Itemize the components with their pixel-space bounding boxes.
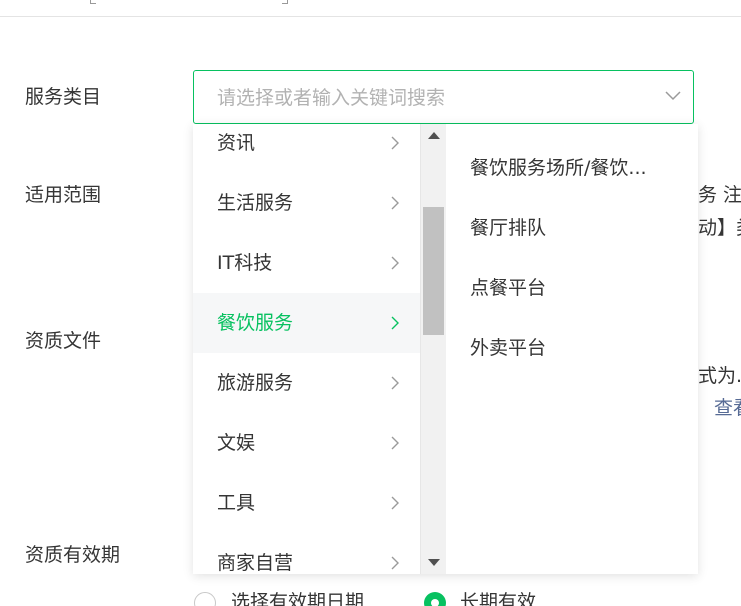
category-item-label: 餐饮服务 — [217, 312, 294, 334]
service-category-select[interactable]: 请选择或者输入关键词搜索 — [193, 70, 694, 124]
category-level2-list: 餐饮服务场所/餐饮... 餐厅排队 点餐平台 外卖平台 — [447, 124, 698, 574]
category-scrollbar[interactable] — [420, 124, 446, 574]
subcategory-item-catering-venue[interactable]: 餐饮服务场所/餐饮... — [447, 124, 698, 184]
input-edge-fragment — [90, 0, 96, 4]
subcategory-item-queue[interactable]: 餐厅排队 — [447, 184, 698, 244]
category-level1-list: 资讯 生活服务 IT科技 餐饮服务 旅游服务 文娱 工具 商家自营 — [193, 124, 420, 574]
chevron-right-icon — [391, 496, 399, 510]
subcategory-item-label: 餐饮服务场所/餐饮... — [470, 157, 647, 179]
chevron-right-icon — [391, 556, 399, 570]
category-item-label: IT科技 — [217, 252, 273, 274]
radio-long-term-label[interactable]: 长期有效 — [460, 590, 536, 606]
view-link[interactable]: 查看 — [714, 396, 741, 420]
category-item-merchant-owned[interactable]: 商家自营 — [193, 533, 420, 574]
category-item-label: 文娱 — [217, 432, 256, 454]
category-item-label: 商家自营 — [217, 552, 294, 574]
chevron-right-icon — [391, 256, 399, 270]
category-item-catering[interactable]: 餐饮服务 — [193, 293, 420, 353]
file-text-fragment: 式为. — [698, 365, 741, 387]
label-qualification-file: 资质文件 — [25, 330, 102, 352]
radio-pick-date[interactable] — [194, 592, 216, 606]
category-item-entertainment[interactable]: 文娱 — [193, 413, 420, 473]
category-item-label: 工具 — [217, 492, 256, 514]
label-service-category: 服务类目 — [25, 86, 102, 108]
category-item-travel[interactable]: 旅游服务 — [193, 353, 420, 413]
chevron-down-icon — [665, 91, 681, 101]
chevron-right-icon — [391, 376, 399, 390]
category-item-life-services[interactable]: 生活服务 — [193, 173, 420, 233]
chevron-right-icon — [391, 316, 399, 330]
radio-long-term[interactable] — [424, 592, 446, 606]
chevron-right-icon — [391, 136, 399, 150]
top-divider — [0, 0, 741, 17]
category-item-label: 生活服务 — [217, 192, 294, 214]
category-item-tools[interactable]: 工具 — [193, 473, 420, 533]
label-scope: 适用范围 — [25, 184, 102, 206]
subcategory-item-label: 点餐平台 — [470, 277, 547, 299]
subcategory-item-ordering[interactable]: 点餐平台 — [447, 244, 698, 304]
scrollbar-thumb[interactable] — [423, 207, 444, 335]
scroll-down-arrow-icon[interactable] — [428, 559, 440, 566]
scope-text-fragment: 务 注 — [698, 184, 741, 206]
scope-text-fragment: 动】类 — [698, 217, 741, 239]
subcategory-item-label: 餐厅排队 — [470, 217, 547, 239]
scroll-up-arrow-icon[interactable] — [428, 132, 440, 139]
radio-pick-date-label[interactable]: 选择有效期日期 — [231, 590, 364, 606]
input-edge-fragment — [282, 0, 288, 4]
category-item-label: 旅游服务 — [217, 372, 294, 394]
select-placeholder: 请选择或者输入关键词搜索 — [217, 87, 446, 109]
category-item-label: 资讯 — [217, 132, 256, 154]
subcategory-item-takeout[interactable]: 外卖平台 — [447, 304, 698, 364]
chevron-right-icon — [391, 436, 399, 450]
subcategory-item-label: 外卖平台 — [470, 337, 547, 359]
category-item-news[interactable]: 资讯 — [193, 124, 420, 173]
chevron-right-icon — [391, 196, 399, 210]
category-dropdown: 资讯 生活服务 IT科技 餐饮服务 旅游服务 文娱 工具 商家自营 餐饮服务场所… — [193, 124, 698, 574]
label-validity: 资质有效期 — [25, 544, 121, 566]
category-item-it-tech[interactable]: IT科技 — [193, 233, 420, 293]
